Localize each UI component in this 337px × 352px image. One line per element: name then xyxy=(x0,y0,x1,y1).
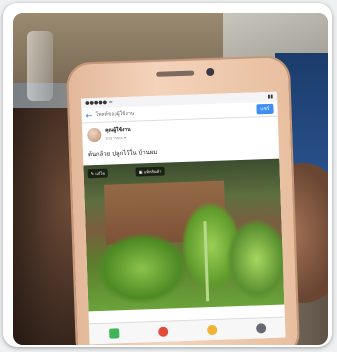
photo-frame: ●●●●● ≈ ▮▮ ← โพสต์ของผู้ใช้งาน แชร์ คุณผ… xyxy=(3,3,332,347)
more-icon[interactable] xyxy=(255,323,266,334)
audience-selector[interactable]: สาธารณะ ▾ xyxy=(105,134,131,142)
signal-indicator: ●●●●● ≈ xyxy=(85,99,113,107)
emoji-icon[interactable] xyxy=(206,324,217,336)
banana-leaf xyxy=(95,231,189,306)
avatar[interactable] xyxy=(87,127,102,142)
smartphone: ●●●●● ≈ ▮▮ ← โพสต์ของผู้ใช้งาน แชร์ คุณผ… xyxy=(67,57,299,345)
phone-speaker xyxy=(156,70,195,77)
composer-toolbar xyxy=(88,316,286,345)
back-arrow-icon[interactable]: ← xyxy=(85,110,95,120)
share-button[interactable]: แชร์ xyxy=(256,103,274,115)
photo: ●●●●● ≈ ▮▮ ← โพสต์ของผู้ใช้งาน แชร์ คุณผ… xyxy=(13,13,328,345)
attached-photo[interactable]: ✎ แก้ไข ▣ แท็กสินค้า xyxy=(83,158,286,312)
nav-title: โพสต์ของผู้ใช้งาน xyxy=(95,110,135,118)
phone-screen: ●●●●● ≈ ▮▮ ← โพสต์ของผู้ใช้งาน แชร์ คุณผ… xyxy=(81,91,286,345)
front-camera-icon xyxy=(206,67,215,77)
battery-indicator: ▮▮ xyxy=(267,93,274,100)
tag-product-button[interactable]: ▣ แท็กสินค้า xyxy=(135,166,165,177)
photo-icon[interactable] xyxy=(108,328,119,339)
edit-photo-button[interactable]: ✎ แก้ไข xyxy=(87,168,109,179)
banana-leaf xyxy=(225,218,286,301)
location-pin-icon[interactable] xyxy=(157,326,168,337)
background-bottle xyxy=(27,31,53,101)
